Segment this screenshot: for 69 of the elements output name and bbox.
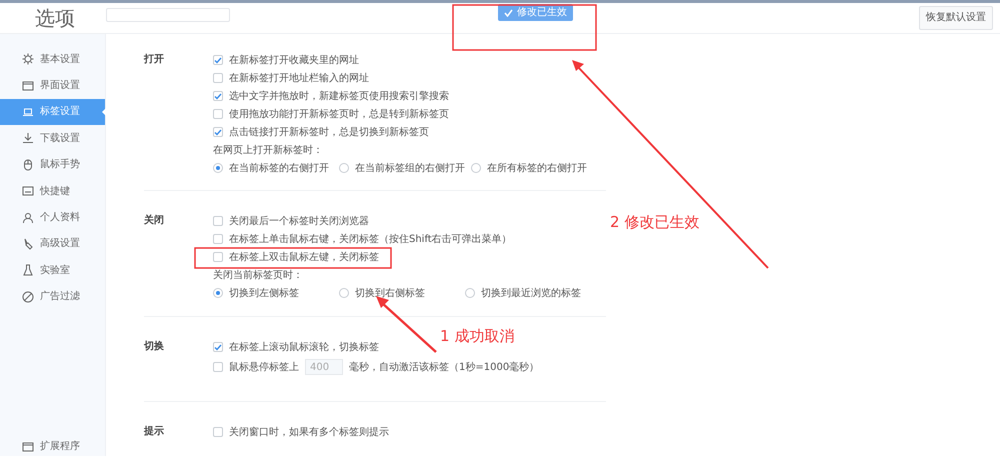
restore-defaults-button[interactable]: 恢复默认设置 bbox=[919, 6, 993, 30]
option-label: 在当前标签的右侧打开 bbox=[229, 162, 329, 174]
option-label: 鼠标悬停标签上 bbox=[229, 362, 299, 372]
check-icon bbox=[504, 8, 513, 16]
option-label: 切换到最近浏览的标签 bbox=[481, 288, 581, 298]
checkbox[interactable] bbox=[213, 252, 223, 262]
person-icon bbox=[22, 212, 34, 224]
checkbox[interactable] bbox=[213, 234, 223, 244]
option-label: 选中文字并拖放时，新建标签页使用搜索引擎搜索 bbox=[229, 90, 449, 102]
sidebar-item[interactable]: 基本设置 bbox=[0, 46, 105, 72]
checkbox[interactable] bbox=[213, 55, 223, 65]
flask-icon bbox=[22, 264, 34, 276]
keyboard-icon bbox=[22, 185, 34, 198]
sidebar-item[interactable]: 下载设置 bbox=[0, 125, 105, 152]
radio-button[interactable] bbox=[213, 288, 223, 298]
radio-prompt: 在网页上打开新标签时： bbox=[213, 144, 323, 156]
download-icon bbox=[22, 132, 34, 144]
checkbox[interactable] bbox=[213, 216, 223, 226]
option-label: 关闭最后一个标签时关闭浏览器 bbox=[229, 216, 369, 226]
sidebar-item[interactable]: 个人资料 bbox=[0, 204, 105, 231]
option-label: 在所有标签的右侧打开 bbox=[487, 162, 587, 174]
block-icon bbox=[22, 290, 34, 303]
mouse-icon bbox=[22, 158, 34, 171]
radio-button[interactable] bbox=[465, 288, 475, 298]
option-label: 在新标签打开收藏夹里的网址 bbox=[229, 54, 359, 66]
sidebar-item[interactable]: 快捷键 bbox=[0, 178, 105, 204]
sidebar-item[interactable]: 鼠标手势 bbox=[0, 152, 105, 178]
sidebar-item[interactable]: 实验室 bbox=[0, 257, 105, 284]
search-field[interactable] bbox=[106, 8, 230, 22]
checkbox[interactable] bbox=[213, 109, 223, 119]
radio-prompt: 关闭当前标签页时： bbox=[213, 270, 303, 280]
option-label: 在当前标签组的右侧打开 bbox=[355, 162, 465, 174]
radio-button[interactable] bbox=[213, 163, 223, 173]
checkbox[interactable] bbox=[213, 91, 223, 101]
radio-button[interactable] bbox=[471, 163, 481, 173]
option-label: 使用拖放功能打开新标签页时，总是转到新标签页 bbox=[229, 108, 449, 120]
option-label: 在标签上双击鼠标左键，关闭标签 bbox=[229, 252, 379, 262]
section-title: 关闭 bbox=[144, 214, 165, 228]
sidebar-item[interactable]: 扩展程序 bbox=[22, 439, 80, 454]
option-label: 切换到左侧标签 bbox=[229, 288, 299, 298]
option-label: 关闭窗口时，如果有多个标签则提示 bbox=[229, 426, 389, 438]
option-label: 在标签上单击鼠标右键，关闭标签（按住Shift右击可弹出菜单） bbox=[229, 234, 512, 244]
radio-button[interactable] bbox=[339, 163, 349, 173]
sidebar-item[interactable]: 高级设置 bbox=[0, 230, 105, 258]
checkbox[interactable] bbox=[213, 73, 223, 83]
checkbox[interactable] bbox=[213, 362, 223, 372]
radio-button[interactable] bbox=[339, 288, 349, 298]
section-title: 打开 bbox=[144, 52, 165, 67]
window-icon bbox=[22, 440, 34, 452]
checkbox[interactable] bbox=[213, 427, 223, 437]
laptop-icon bbox=[22, 106, 34, 118]
window-icon bbox=[22, 80, 34, 92]
window-title: 选项 bbox=[34, 5, 76, 32]
option-label: 毫秒，自动激活该标签（1秒=1000毫秒） bbox=[349, 362, 540, 372]
sidebar-item[interactable]: 标签设置 bbox=[0, 98, 105, 126]
section-title: 提示 bbox=[144, 424, 165, 439]
section-title: 切换 bbox=[144, 340, 165, 354]
annotation-label: 1 成功取消 bbox=[440, 326, 514, 347]
option-label: 在新标签打开地址栏输入的网址 bbox=[229, 72, 369, 84]
annotation-label: 2 修改已生效 bbox=[610, 212, 700, 233]
checkbox[interactable] bbox=[213, 127, 223, 137]
option-label: 切换到右侧标签 bbox=[355, 288, 425, 298]
option-label: 点击链接打开新标签时，总是切换到新标签页 bbox=[229, 126, 429, 138]
gear-icon bbox=[22, 53, 34, 66]
sidebar-item[interactable]: 界面设置 bbox=[0, 72, 105, 99]
success-toast: 修改已生效 bbox=[498, 4, 573, 21]
sidebar-item[interactable]: 广告过滤 bbox=[0, 284, 105, 310]
checkbox[interactable] bbox=[213, 342, 223, 352]
option-label: 在标签上滚动鼠标滚轮，切换标签 bbox=[229, 342, 379, 352]
